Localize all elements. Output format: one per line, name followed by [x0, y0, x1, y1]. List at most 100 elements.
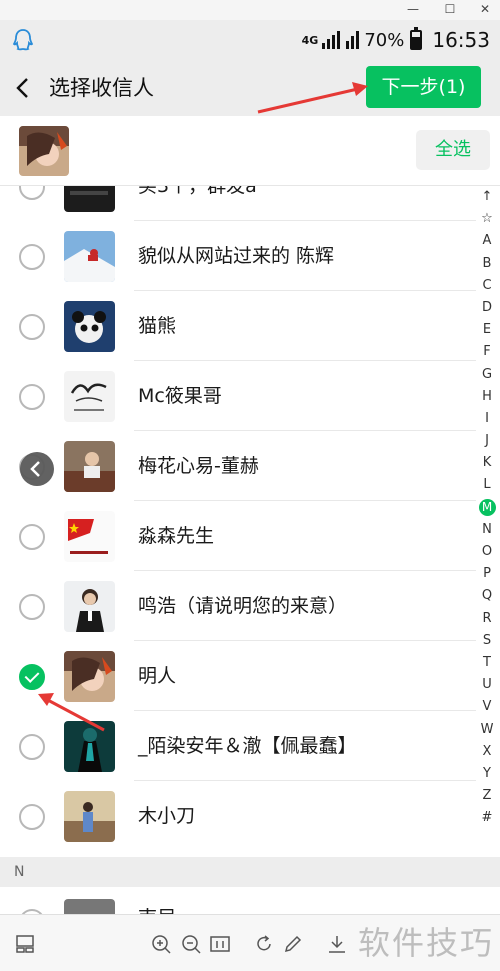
zoom-out-icon[interactable]: [180, 933, 202, 955]
select-radio[interactable]: [19, 186, 45, 200]
contact-avatar: [64, 301, 115, 352]
index-letter[interactable]: L: [476, 474, 498, 496]
contact-row[interactable]: Mc筱果哥: [0, 361, 476, 431]
index-letter[interactable]: F: [476, 341, 498, 363]
contact-avatar: [64, 721, 115, 772]
contact-row-partial[interactable]: 南尼: [0, 887, 500, 917]
index-letter[interactable]: Z: [476, 785, 498, 807]
contact-row[interactable]: 买3个，群发a: [0, 186, 476, 221]
contact-row[interactable]: 猫熊: [0, 291, 476, 361]
contact-name: 买3个，群发a: [138, 186, 257, 197]
contact-row[interactable]: 淼森先生: [0, 501, 476, 571]
index-letter[interactable]: J: [476, 430, 498, 452]
contact-name: 明人: [138, 665, 177, 687]
select-radio[interactable]: [19, 314, 45, 340]
index-letter[interactable]: N: [476, 519, 498, 541]
select-radio[interactable]: [19, 734, 45, 760]
index-letter-label: D: [481, 299, 492, 315]
minimize-button[interactable]: —: [402, 1, 424, 17]
index-letter[interactable]: K: [476, 452, 498, 474]
page-title: 选择收信人: [49, 76, 154, 100]
contact-avatar: [64, 581, 115, 632]
index-letter[interactable]: X: [476, 741, 498, 763]
index-letter[interactable]: E: [476, 319, 498, 341]
index-letter[interactable]: ↑: [476, 186, 498, 208]
index-letter-label: ☆: [481, 211, 493, 227]
floating-back-button[interactable]: [20, 452, 54, 486]
signal-icon-2: [346, 31, 360, 49]
index-letter-label: O: [481, 544, 493, 559]
index-letter[interactable]: U: [476, 674, 498, 696]
index-letter-label: W: [480, 721, 494, 737]
index-letter[interactable]: P: [476, 563, 498, 585]
selected-avatar[interactable]: [19, 126, 69, 176]
thumbnail-icon[interactable]: [14, 933, 36, 955]
actual-size-icon[interactable]: [209, 933, 231, 955]
contact-row[interactable]: _陌染安年＆澈【佩最蠢】: [0, 711, 476, 781]
index-letter[interactable]: Y: [476, 763, 498, 785]
index-letter[interactable]: O: [476, 541, 498, 563]
back-arrow-icon[interactable]: [10, 74, 38, 102]
index-letter[interactable]: R: [476, 608, 498, 630]
select-all-button[interactable]: 全选: [416, 130, 490, 170]
index-letter-label: N: [482, 521, 492, 537]
index-letter-label: T: [483, 654, 491, 670]
contact-name: 貌似从网站过来的 陈辉: [138, 245, 335, 267]
index-letter-label: A: [482, 233, 492, 249]
select-radio[interactable]: [19, 384, 45, 410]
index-letter[interactable]: A: [476, 230, 498, 252]
network-type-label: 4G: [301, 33, 319, 47]
index-letter[interactable]: V: [476, 696, 498, 718]
index-letter[interactable]: G: [476, 364, 498, 386]
maximize-button[interactable]: ☐: [439, 1, 461, 17]
index-letter-label: E: [482, 322, 492, 338]
index-letter-label: J: [485, 433, 489, 449]
contact-row[interactable]: 梅花心易-董赫: [0, 431, 476, 501]
index-letter[interactable]: I: [476, 408, 498, 430]
contact-name: 梅花心易-董赫: [138, 455, 259, 477]
alphabet-index-bar[interactable]: ↑ ☆ A B C D E F G H I J K L M N O P Q R S T U V W X Y Z #: [476, 186, 498, 829]
index-letter[interactable]: W: [476, 719, 498, 741]
index-letter[interactable]: T: [476, 652, 498, 674]
close-window-button[interactable]: ✕: [474, 1, 496, 17]
select-radio[interactable]: [19, 244, 45, 270]
select-radio[interactable]: [19, 524, 45, 550]
edit-pen-icon[interactable]: [282, 933, 304, 955]
zoom-in-icon[interactable]: [150, 933, 172, 955]
battery-percent: 70%: [364, 29, 405, 51]
rotate-icon[interactable]: [253, 933, 275, 955]
index-letter[interactable]: B: [476, 253, 498, 275]
index-letter-label: ↑: [481, 189, 493, 204]
next-step-button[interactable]: 下一步(1): [366, 66, 481, 108]
index-letter[interactable]: H: [476, 386, 498, 408]
contact-row[interactable]: 木小刀: [0, 781, 476, 851]
index-letter[interactable]: C: [476, 275, 498, 297]
index-letter[interactable]: D: [476, 297, 498, 319]
watermark-text: 软件技巧: [357, 924, 494, 962]
index-letter-label: F: [483, 344, 491, 360]
contact-row[interactable]: 貌似从网站过来的 陈辉: [0, 221, 476, 291]
index-letter-label: M: [478, 498, 496, 516]
contact-name: Mc筱果哥: [138, 385, 222, 407]
qq-icon: [12, 29, 34, 51]
index-letter[interactable]: S: [476, 630, 498, 652]
contact-row[interactable]: 鸣浩（请说明您的来意）: [0, 571, 476, 641]
battery-icon: [410, 27, 423, 50]
contact-row[interactable]: 明人: [0, 641, 476, 711]
download-icon[interactable]: [326, 933, 348, 955]
contact-avatar: [64, 186, 115, 212]
select-radio[interactable]: [19, 804, 45, 830]
index-letter[interactable]: M: [476, 497, 498, 519]
index-letter-label: Z: [482, 788, 492, 804]
index-letter[interactable]: Q: [476, 585, 498, 607]
index-letter-label: X: [482, 743, 492, 759]
index-letter[interactable]: ☆: [476, 208, 498, 230]
window-chrome: — ☐ ✕: [0, 0, 500, 20]
index-letter[interactable]: #: [476, 807, 498, 829]
select-radio-checked[interactable]: [19, 664, 45, 690]
viewer-toolbar: 软件技巧: [0, 914, 500, 971]
index-letter-label: V: [482, 699, 492, 715]
index-letter-label: B: [482, 255, 492, 271]
select-radio[interactable]: [19, 594, 45, 620]
header: 选择收信人 下一步(1): [0, 60, 500, 116]
